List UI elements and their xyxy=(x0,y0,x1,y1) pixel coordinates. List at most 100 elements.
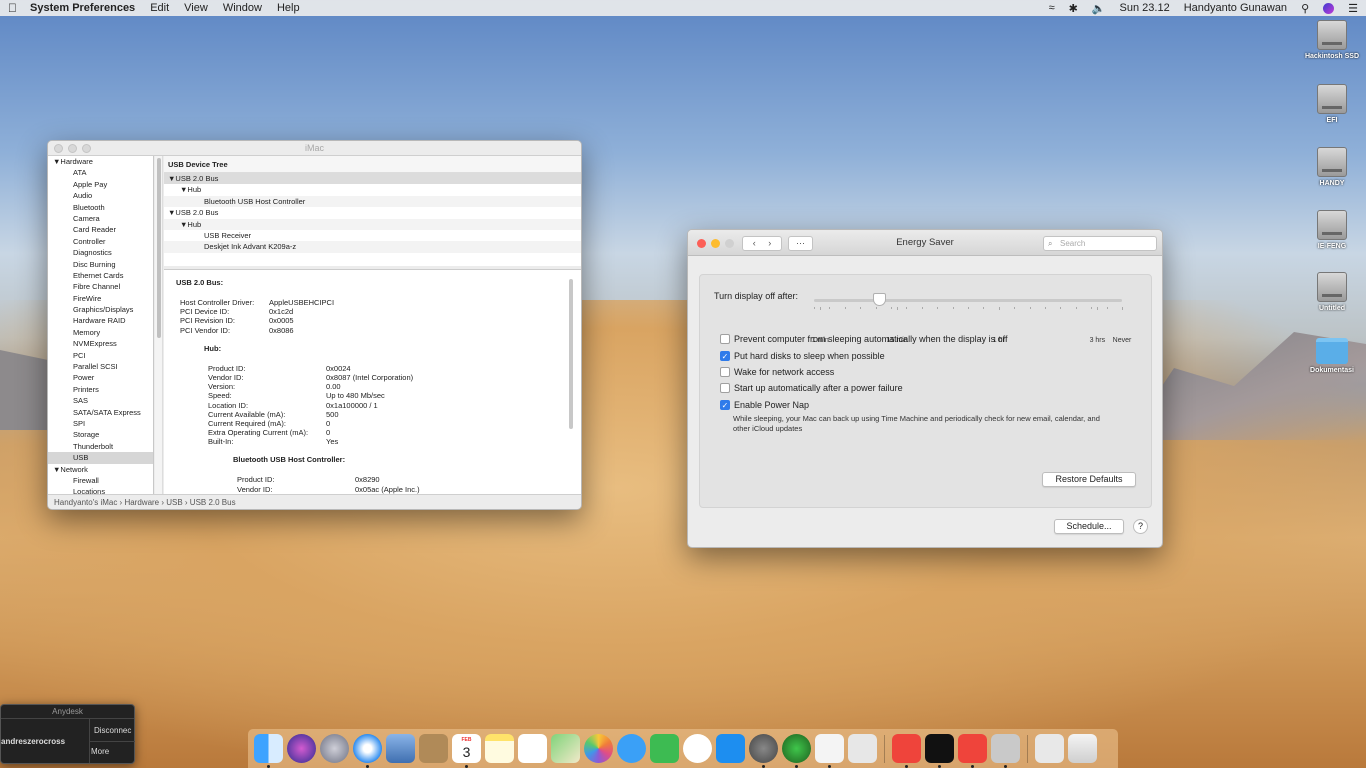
notification-center-icon[interactable]: ☰ xyxy=(1348,2,1358,15)
tree-row[interactable]: ▼USB 2.0 Bus xyxy=(164,173,581,185)
sidebar-item-printers[interactable]: Printers xyxy=(48,384,153,395)
dock-itunes-icon[interactable] xyxy=(683,734,712,763)
sidebar-item-audio[interactable]: Audio xyxy=(48,190,153,201)
dock-anydesk-2-icon[interactable] xyxy=(958,734,987,768)
sidebar-item-disc-burning[interactable]: Disc Burning xyxy=(48,259,153,270)
option-checkbox[interactable]: Start up automatically after a power fai… xyxy=(720,383,903,393)
dock-launchpad-icon[interactable] xyxy=(320,734,349,763)
checkbox-icon[interactable]: ✓ xyxy=(720,351,730,361)
minimize-icon[interactable] xyxy=(711,239,720,248)
sidebar-item-spi[interactable]: SPI xyxy=(48,418,153,429)
sidebar-item-parallel-scsi[interactable]: Parallel SCSI xyxy=(48,361,153,372)
option-checkbox[interactable]: ✓ Enable Power Nap xyxy=(720,400,809,410)
tree-row[interactable]: Bluetooth USB Host Controller xyxy=(164,195,581,208)
sidebar-item-hardware[interactable]: ▼Hardware xyxy=(48,156,153,167)
minimize-icon[interactable] xyxy=(68,144,77,153)
sidebar-item-fibre-channel[interactable]: Fibre Channel xyxy=(48,281,153,292)
disconnect-button[interactable]: Disconnec xyxy=(94,726,131,735)
sidebar-item-bluetooth[interactable]: Bluetooth xyxy=(48,202,153,213)
dock-preview-icon[interactable] xyxy=(386,734,415,763)
sidebar-item-memory[interactable]: Memory xyxy=(48,327,153,338)
help-button[interactable]: ? xyxy=(1133,519,1148,534)
dock-app-store-icon[interactable] xyxy=(716,734,745,763)
desktop-disk-ie-feng[interactable]: IE-FENG xyxy=(1302,210,1362,250)
sidebar-item-thunderbolt[interactable]: Thunderbolt xyxy=(48,441,153,452)
display-sleep-slider[interactable]: 1 min 15 min 1 hr 3 hrs Never xyxy=(812,293,1131,344)
sidebar-item-ethernet-cards[interactable]: Ethernet Cards xyxy=(48,270,153,281)
zoom-icon[interactable] xyxy=(82,144,91,153)
dock-textedit-icon[interactable] xyxy=(815,734,844,768)
tree-row[interactable]: ▼Hub xyxy=(164,218,581,230)
sidebar-item-card-reader[interactable]: Card Reader xyxy=(48,224,153,235)
option-checkbox[interactable]: Prevent computer from sleeping automatic… xyxy=(720,334,1007,344)
sidebar-item-pci[interactable]: PCI xyxy=(48,350,153,361)
checkbox-icon[interactable] xyxy=(720,367,730,377)
tree-row[interactable]: Deskjet Ink Advant K209a-z xyxy=(164,241,581,253)
dock-siri-icon[interactable] xyxy=(287,734,316,763)
sidebar-item-power[interactable]: Power xyxy=(48,372,153,383)
bluetooth-icon[interactable]: ✱ xyxy=(1069,2,1078,15)
dock-messages-icon[interactable] xyxy=(617,734,646,763)
dock-facetime-icon[interactable] xyxy=(650,734,679,763)
apple-menu-icon[interactable]:  xyxy=(8,1,30,15)
sidebar-item-storage[interactable]: Storage xyxy=(48,429,153,440)
zoom-icon[interactable] xyxy=(725,239,734,248)
sidebar-item-sas[interactable]: SAS xyxy=(48,395,153,406)
volume-icon[interactable]: 🔈 xyxy=(1092,2,1106,15)
tree-row[interactable]: ▼USB 2.0 Bus xyxy=(164,207,581,218)
clock[interactable]: Sun 23.12 xyxy=(1120,2,1170,14)
desktop-disk-efi[interactable]: EFI xyxy=(1302,84,1362,124)
dock-safari-icon[interactable] xyxy=(353,734,382,768)
dock-printer-icon[interactable] xyxy=(991,734,1020,768)
option-checkbox[interactable]: ✓ Put hard disks to sleep when possible xyxy=(720,351,885,361)
dock-notes-icon[interactable] xyxy=(485,734,514,763)
dock-system-information-icon[interactable] xyxy=(848,734,877,763)
sidebar-item-apple-pay[interactable]: Apple Pay xyxy=(48,179,153,190)
restore-defaults-button[interactable]: Restore Defaults xyxy=(1042,472,1136,487)
sidebar-item-camera[interactable]: Camera xyxy=(48,213,153,224)
desktop-disk-hackintosh-ssd[interactable]: Hackintosh SSD xyxy=(1302,20,1362,60)
siri-icon[interactable] xyxy=(1323,2,1335,14)
spotlight-icon[interactable]: ⚲ xyxy=(1301,2,1309,15)
wifi-icon[interactable]: ≈ xyxy=(1049,2,1055,14)
tree-row[interactable]: USB Receiver xyxy=(164,230,581,241)
chevron-left-icon[interactable]: ‹ xyxy=(753,238,756,248)
close-icon[interactable] xyxy=(54,144,63,153)
sidebar-item-controller[interactable]: Controller xyxy=(48,236,153,247)
dock-trash-icon[interactable] xyxy=(1068,734,1097,763)
checkbox-icon[interactable] xyxy=(720,334,730,344)
back-forward-buttons[interactable]: ‹ › xyxy=(742,236,782,251)
chevron-right-icon[interactable]: › xyxy=(768,238,771,248)
dock-finder-icon[interactable] xyxy=(254,734,283,768)
sidebar-scrollbar[interactable] xyxy=(155,156,163,495)
dock-network-utility-icon[interactable] xyxy=(782,734,811,768)
dock-calendar-icon[interactable]: FEB 3 xyxy=(452,734,481,768)
sidebar-item-sata-sata-express[interactable]: SATA/SATA Express xyxy=(48,407,153,418)
user-name[interactable]: Handyanto Gunawan xyxy=(1184,2,1287,14)
menu-view[interactable]: View xyxy=(184,2,208,14)
schedule-button[interactable]: Schedule... xyxy=(1054,519,1124,534)
dock-anydesk-icon[interactable] xyxy=(892,734,921,768)
dock-contacts-icon[interactable] xyxy=(419,734,448,763)
desktop-folder-dokumentasi[interactable]: Dokumentasi xyxy=(1302,338,1362,374)
option-checkbox[interactable]: Wake for network access xyxy=(720,367,834,377)
dock-maps-icon[interactable] xyxy=(551,734,580,763)
sidebar-item-network[interactable]: ▼Network xyxy=(48,464,153,475)
more-button[interactable]: More xyxy=(91,747,109,756)
dock-terminal-icon[interactable] xyxy=(925,734,954,768)
sidebar-item-ata[interactable]: ATA xyxy=(48,167,153,178)
detail-scrollbar[interactable] xyxy=(569,279,573,429)
sidebar-item-nvmexpress[interactable]: NVMExpress xyxy=(48,338,153,349)
sidebar-item-graphics-displays[interactable]: Graphics/Displays xyxy=(48,304,153,315)
dock-reminders-icon[interactable] xyxy=(518,734,547,763)
dock-downloads-icon[interactable] xyxy=(1035,734,1064,763)
sidebar-item-firewall[interactable]: Firewall xyxy=(48,475,153,486)
sidebar-item-firewire[interactable]: FireWire xyxy=(48,293,153,304)
menu-app-name[interactable]: System Preferences xyxy=(30,2,135,14)
slider-knob[interactable] xyxy=(872,293,886,306)
sidebar-item-diagnostics[interactable]: Diagnostics xyxy=(48,247,153,258)
desktop-disk-untitled[interactable]: Untitled xyxy=(1302,272,1362,312)
sidebar-item-hardware-raid[interactable]: Hardware RAID xyxy=(48,315,153,326)
sidebar-item-usb[interactable]: USB xyxy=(48,452,153,464)
checkbox-icon[interactable] xyxy=(720,383,730,393)
